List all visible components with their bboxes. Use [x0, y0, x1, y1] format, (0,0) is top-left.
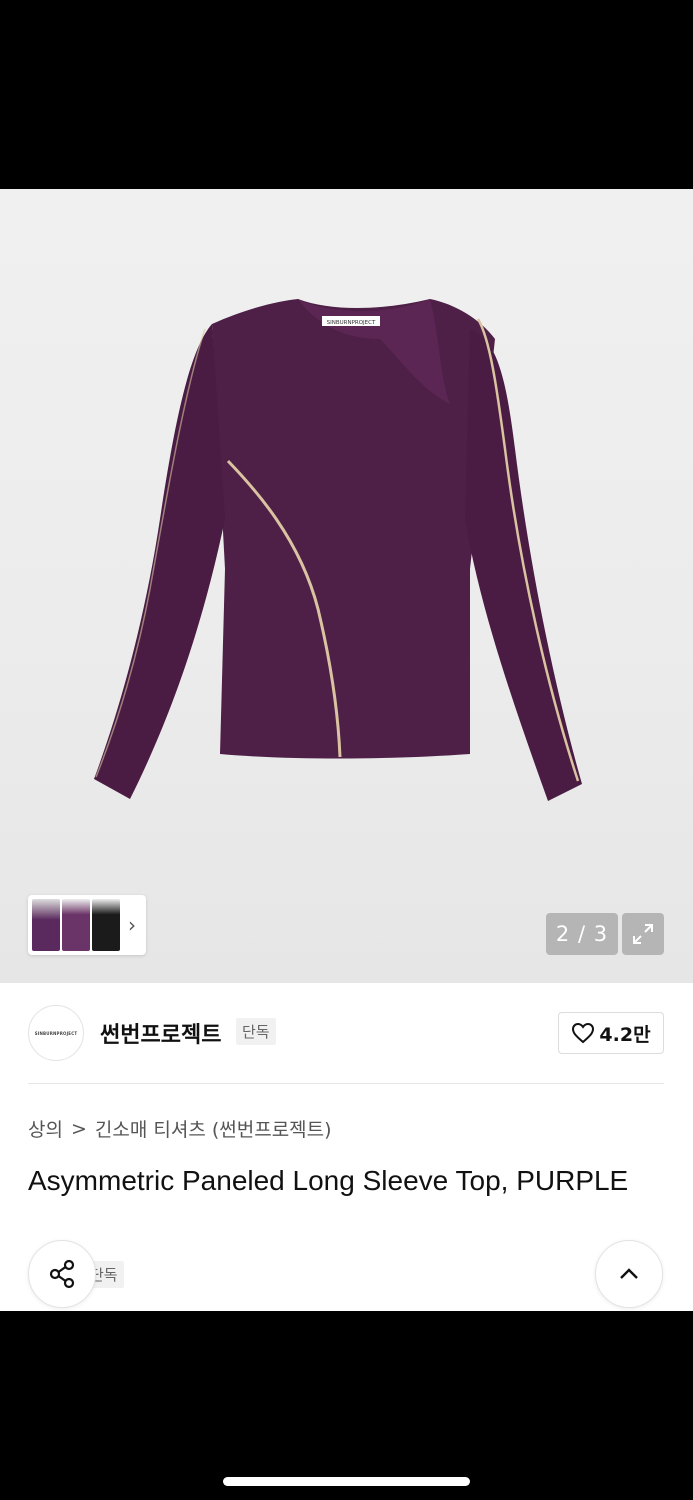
divider [28, 1083, 664, 1084]
heart-icon [572, 1022, 595, 1044]
app-screen: SINBURNPROJECT › 2 / 3 SINBURNPROJECT 썬번… [0, 189, 693, 1311]
thumbnail-2[interactable] [62, 899, 90, 951]
product-image: SINBURNPROJECT [94, 299, 582, 801]
scroll-top-button[interactable] [595, 1240, 663, 1308]
chevron-up-icon [620, 1268, 638, 1279]
breadcrumb-category[interactable]: 상의 [28, 1115, 63, 1142]
exclusive-badge: 단독 [236, 1018, 276, 1045]
breadcrumb-separator: > [70, 1117, 87, 1140]
breadcrumb: 상의 > 긴소매 티셔츠 (썬번프로젝트) [28, 1115, 332, 1142]
like-count: 4.2만 [599, 1023, 651, 1046]
like-button[interactable]: 4.2만 [558, 1012, 664, 1054]
product-image-gallery[interactable]: SINBURNPROJECT › 2 / 3 [0, 189, 693, 983]
thumbnail-3[interactable] [92, 899, 120, 951]
thumbnail-strip[interactable]: › [28, 895, 146, 955]
brand-name[interactable]: 썬번프로젝트 [100, 1017, 221, 1049]
breadcrumb-subcategory[interactable]: 긴소매 티셔츠 (썬번프로젝트) [95, 1115, 332, 1142]
thumbnail-1[interactable] [32, 899, 60, 951]
expand-icon[interactable] [622, 913, 664, 955]
product-title: Asymmetric Paneled Long Sleeve Top, PURP… [28, 1165, 629, 1196]
share-button[interactable] [28, 1240, 96, 1308]
share-icon [49, 1259, 75, 1289]
home-indicator [223, 1477, 470, 1486]
brand-logo[interactable]: SINBURNPROJECT [28, 1005, 84, 1061]
garment-label: SINBURNPROJECT [327, 320, 376, 326]
chevron-right-icon[interactable]: › [128, 915, 136, 935]
image-counter: 2 / 3 [546, 913, 618, 955]
brand-row: SINBURNPROJECT 썬번프로젝트 단독 4.2만 [28, 1005, 664, 1061]
